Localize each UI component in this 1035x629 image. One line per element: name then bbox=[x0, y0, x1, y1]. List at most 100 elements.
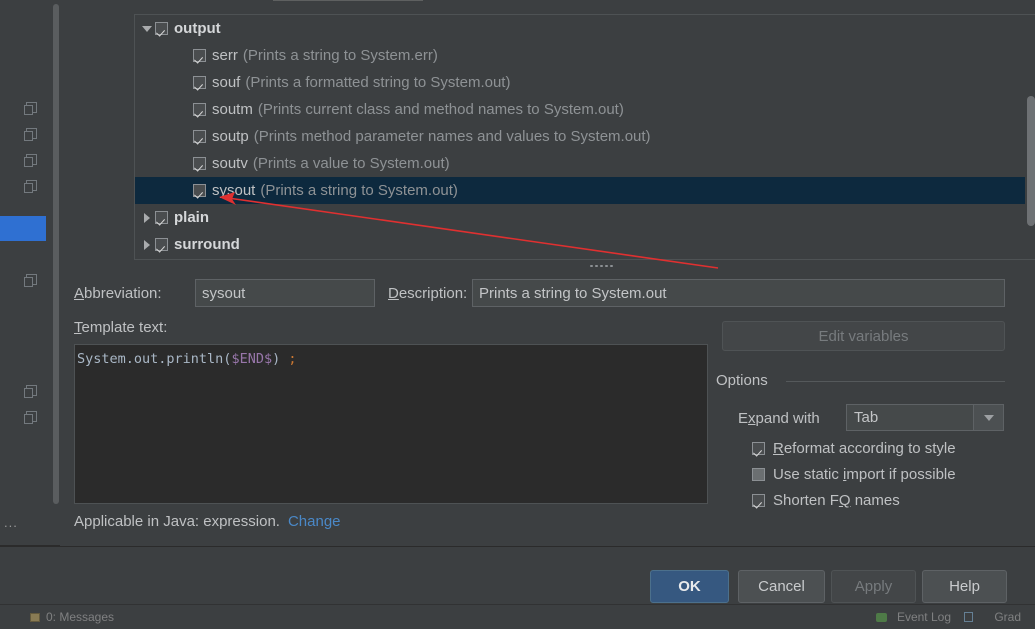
screen: ... ic 0: Messages Event Log Grad output… bbox=[0, 0, 1035, 629]
tree-row-soutp[interactable]: soutp (Prints method parameter names and … bbox=[135, 123, 1032, 150]
copy-icon bbox=[24, 385, 37, 398]
messages-icon bbox=[30, 613, 40, 622]
option-checkbox[interactable] bbox=[752, 468, 765, 481]
tree-row-surround[interactable]: surround bbox=[135, 231, 1032, 258]
option-checkbox-row-2[interactable]: Shorten FQ names bbox=[752, 492, 900, 509]
apply-button[interactable]: Apply bbox=[831, 570, 916, 603]
help-button[interactable]: Help bbox=[922, 570, 1007, 603]
copy-icon bbox=[24, 102, 37, 115]
tree-row-soutv[interactable]: soutv (Prints a value to System.out) bbox=[135, 150, 1032, 177]
abbreviation-label: Abbreviation: bbox=[74, 285, 162, 302]
apply-label: Apply bbox=[854, 578, 893, 595]
abbreviation-label-rest: bbreviation: bbox=[84, 285, 162, 302]
tree-checkbox[interactable] bbox=[193, 49, 206, 62]
tree-checkbox[interactable] bbox=[193, 76, 206, 89]
template-text-editor[interactable]: System.out.println($END$) ; bbox=[74, 344, 708, 504]
ok-label: OK bbox=[678, 578, 701, 595]
applicable-text: Applicable in Java: expression. bbox=[74, 513, 280, 530]
tree-checkbox[interactable] bbox=[155, 211, 168, 224]
chevron-right-icon[interactable] bbox=[139, 204, 155, 231]
chevron-down-icon[interactable] bbox=[139, 15, 155, 42]
description-label: Description: bbox=[388, 285, 467, 302]
code-token-variable: $END$ bbox=[231, 351, 273, 367]
ok-button[interactable]: OK bbox=[650, 570, 729, 603]
option-checkbox-label: Use static import if possible bbox=[773, 466, 956, 483]
label-post: mport if possible bbox=[846, 466, 956, 483]
background-left-scrollbar[interactable] bbox=[52, 0, 60, 545]
splitter[interactable] bbox=[134, 261, 1035, 271]
expand-with-combobox[interactable]: Tab bbox=[846, 404, 1004, 431]
tree-checkbox[interactable] bbox=[193, 157, 206, 170]
status-gradle[interactable]: Grad bbox=[994, 610, 1021, 624]
status-event-log[interactable]: Event Log bbox=[897, 610, 951, 624]
tree-row-sysout[interactable]: sysout (Prints a string to System.out) bbox=[135, 177, 1032, 204]
copy-icon bbox=[24, 411, 37, 424]
description-label-mnemonic: D bbox=[388, 285, 399, 302]
tree-item-description: (Prints method parameter names and value… bbox=[253, 128, 651, 145]
option-checkbox[interactable] bbox=[752, 442, 765, 455]
top-remnant-combobox-arrow bbox=[385, 0, 423, 1]
option-checkbox-row-1[interactable]: Use static import if possible bbox=[752, 466, 956, 483]
description-input[interactable]: Prints a string to System.out bbox=[472, 279, 1005, 307]
options-section-rule bbox=[786, 381, 1005, 382]
expand-with-value: Tab bbox=[854, 409, 879, 426]
abbreviation-input[interactable]: sysout bbox=[195, 279, 375, 307]
templates-tree[interactable]: output serr (Prints a string to System.err… bbox=[135, 15, 1032, 259]
tree-item-name: soutp bbox=[212, 128, 249, 145]
tree-row-plain[interactable]: plain bbox=[135, 204, 1032, 231]
tree-item-description: (Prints a string to System.err) bbox=[242, 47, 438, 64]
edit-variables-label: Edit variables bbox=[818, 327, 909, 345]
editor-scrollbar[interactable] bbox=[700, 345, 707, 503]
tree-item-name: souf bbox=[212, 74, 241, 91]
footer-divider bbox=[0, 546, 1035, 547]
gradle-icon bbox=[964, 612, 973, 622]
chevron-down-icon[interactable] bbox=[973, 405, 1003, 430]
tree-item-name: plain bbox=[174, 209, 210, 226]
tree-scrollbar[interactable] bbox=[1025, 15, 1035, 259]
live-templates-dialog: output serr (Prints a string to System.err… bbox=[60, 0, 1035, 546]
copy-icon bbox=[24, 128, 37, 141]
tree-row-serr[interactable]: serr (Prints a string to System.err) bbox=[135, 42, 1032, 69]
help-label: Help bbox=[949, 578, 980, 595]
tree-item-name: surround bbox=[174, 236, 240, 253]
tree-row-soutm[interactable]: soutm (Prints current class and method na… bbox=[135, 96, 1032, 123]
splitter-grip[interactable] bbox=[589, 264, 615, 268]
copy-icon bbox=[24, 180, 37, 193]
applicable-context-line: Applicable in Java: expression. Change bbox=[74, 513, 341, 530]
background-ellipsis: ... bbox=[4, 515, 18, 530]
cancel-button[interactable]: Cancel bbox=[738, 570, 825, 603]
label-post: eformat according to style bbox=[783, 440, 956, 457]
template-text-label-mnemonic: T bbox=[74, 319, 82, 336]
abbreviation-label-mnemonic: A bbox=[74, 285, 85, 302]
status-messages[interactable]: 0: Messages bbox=[46, 610, 114, 624]
option-checkbox-row-0[interactable]: Reformat according to style bbox=[752, 440, 956, 457]
tree-item-name: serr bbox=[212, 47, 238, 64]
status-bar: 0: Messages Event Log Grad bbox=[0, 604, 1035, 629]
option-checkbox[interactable] bbox=[752, 494, 765, 507]
chevron-right-icon[interactable] bbox=[139, 231, 155, 258]
change-context-link[interactable]: Change bbox=[288, 513, 341, 530]
edit-variables-button[interactable]: Edit variables bbox=[722, 321, 1005, 351]
copy-icon bbox=[24, 154, 37, 167]
tree-row-souf[interactable]: souf (Prints a formatted string to System… bbox=[135, 69, 1032, 96]
tree-item-name: soutm bbox=[212, 101, 253, 118]
tree-checkbox[interactable] bbox=[155, 22, 168, 35]
tree-checkbox[interactable] bbox=[193, 184, 206, 197]
tree-checkbox[interactable] bbox=[193, 130, 206, 143]
label-post: names bbox=[850, 492, 900, 509]
tree-checkbox[interactable] bbox=[193, 103, 206, 116]
background-selected-row bbox=[0, 216, 46, 241]
template-code-line: System.out.println($END$) ; bbox=[75, 345, 707, 368]
scrollbar-thumb[interactable] bbox=[53, 4, 59, 504]
scrollbar-thumb[interactable] bbox=[1027, 96, 1035, 226]
tree-checkbox[interactable] bbox=[155, 238, 168, 251]
templates-tree-panel: output serr (Prints a string to System.err… bbox=[134, 14, 1035, 260]
expand-with-label: Expand with bbox=[738, 410, 820, 427]
tree-item-description: (Prints current class and method names t… bbox=[257, 101, 624, 118]
options-section-title: Options bbox=[716, 372, 776, 389]
expand-with-label-pre: E bbox=[738, 410, 749, 427]
code-token-paren: ) bbox=[272, 351, 281, 367]
tree-row-output[interactable]: output bbox=[135, 15, 1032, 42]
